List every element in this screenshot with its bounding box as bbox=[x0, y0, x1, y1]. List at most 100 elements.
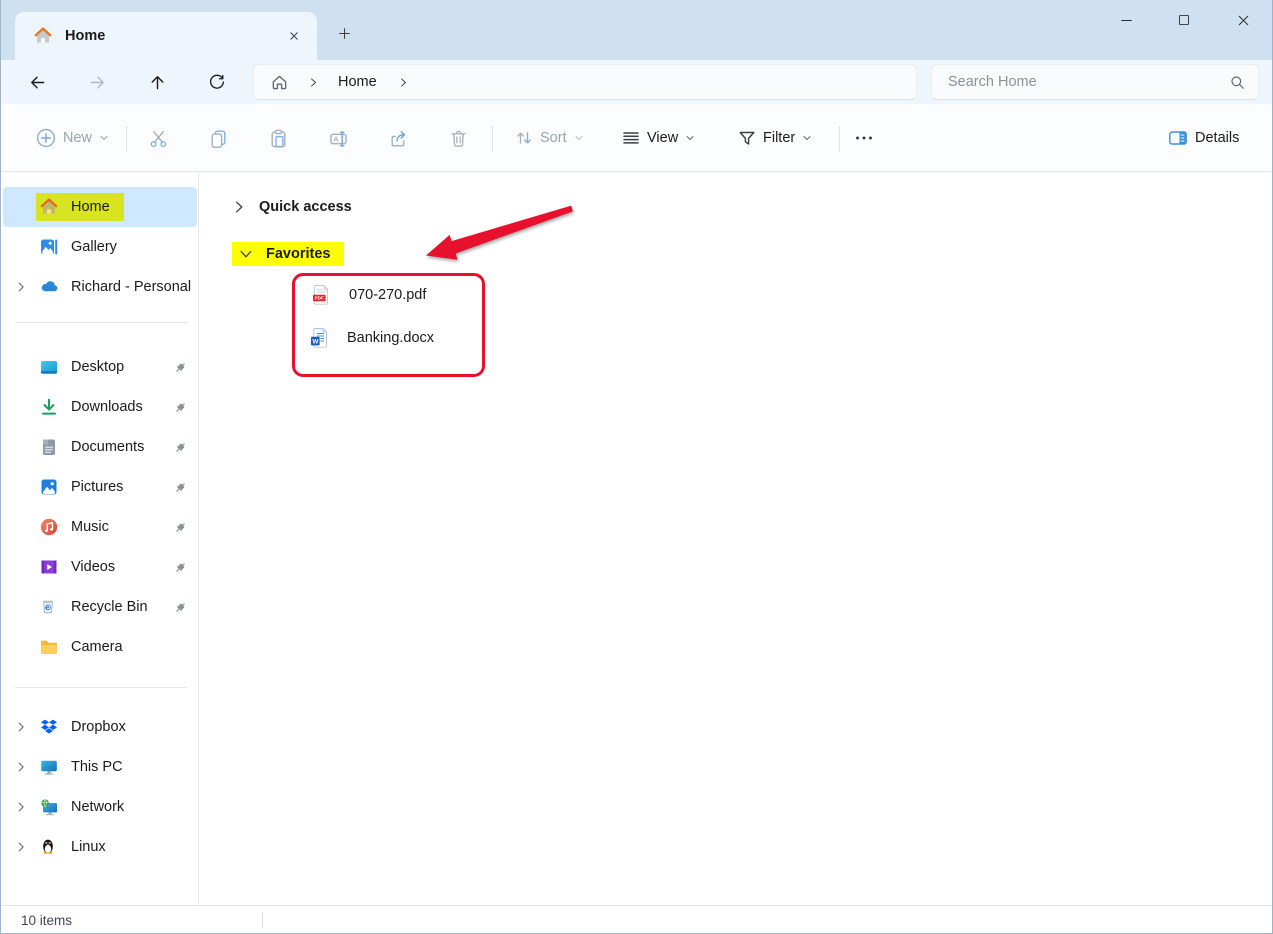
sidebar-item-this-pc[interactable]: This PC bbox=[3, 747, 197, 787]
search-input[interactable] bbox=[948, 74, 1229, 90]
breadcrumb-chevron-icon[interactable] bbox=[397, 76, 410, 89]
refresh-button[interactable] bbox=[201, 66, 233, 98]
sidebar-item-label: Desktop bbox=[71, 359, 125, 375]
paste-icon bbox=[268, 128, 289, 149]
group-quick-access[interactable]: Quick access bbox=[231, 193, 352, 221]
sidebar-item-label: This PC bbox=[71, 759, 123, 775]
breadcrumb[interactable]: Home bbox=[253, 64, 917, 100]
music-icon bbox=[39, 517, 59, 537]
yellow-highlight: Home bbox=[36, 193, 124, 221]
sidebar-item-documents[interactable]: Documents bbox=[3, 427, 197, 467]
sidebar-item-downloads[interactable]: Downloads bbox=[3, 387, 197, 427]
pin-icon[interactable] bbox=[163, 360, 197, 375]
network-icon bbox=[39, 797, 59, 817]
filter-button[interactable]: Filter bbox=[729, 118, 821, 158]
sidebar-item-pictures[interactable]: Pictures bbox=[3, 467, 197, 507]
plus-circle-icon bbox=[35, 127, 57, 149]
chevron-right-icon[interactable] bbox=[3, 840, 39, 854]
new-tab-button[interactable] bbox=[329, 18, 359, 48]
svg-text:W: W bbox=[312, 339, 319, 346]
breadcrumb-home-icon[interactable] bbox=[270, 73, 289, 92]
downloads-icon bbox=[39, 397, 59, 417]
svg-text:A: A bbox=[333, 134, 338, 143]
cut-icon bbox=[148, 128, 169, 149]
sidebar-item-onedrive[interactable]: Richard - Personal bbox=[3, 267, 197, 307]
sidebar-item-label: Downloads bbox=[71, 399, 143, 415]
details-button-label: Details bbox=[1195, 130, 1240, 146]
chevron-down-icon[interactable] bbox=[238, 246, 254, 262]
chevron-right-icon[interactable] bbox=[3, 760, 39, 774]
rename-button[interactable]: A bbox=[318, 118, 358, 158]
pin-icon[interactable] bbox=[163, 400, 197, 415]
sidebar-item-network[interactable]: Network bbox=[3, 787, 197, 827]
file-item-pdf[interactable]: PDF 070-270.pdf bbox=[311, 283, 426, 307]
sidebar-item-music[interactable]: Music bbox=[3, 507, 197, 547]
onedrive-icon bbox=[39, 277, 59, 297]
forward-button[interactable] bbox=[81, 66, 113, 98]
minimize-button[interactable] bbox=[1100, 0, 1152, 40]
pin-icon[interactable] bbox=[163, 440, 197, 455]
sort-button[interactable]: Sort bbox=[506, 118, 593, 158]
chevron-down-icon bbox=[575, 136, 583, 140]
view-button-label: View bbox=[647, 130, 679, 146]
pictures-icon bbox=[39, 477, 59, 497]
pin-icon[interactable] bbox=[163, 560, 197, 575]
breadcrumb-item-home[interactable]: Home bbox=[338, 74, 377, 90]
close-button[interactable] bbox=[1217, 0, 1269, 40]
file-item-docx[interactable]: W Banking.docx bbox=[309, 326, 434, 350]
filter-icon bbox=[737, 128, 757, 148]
breadcrumb-chevron-icon[interactable] bbox=[307, 76, 320, 89]
pdf-file-icon: PDF bbox=[311, 284, 331, 306]
up-button[interactable] bbox=[141, 66, 173, 98]
word-file-icon: W bbox=[309, 327, 329, 349]
sidebar-item-gallery[interactable]: Gallery bbox=[3, 227, 197, 267]
videos-icon bbox=[39, 557, 59, 577]
sidebar-item-home[interactable]: Home bbox=[3, 187, 197, 227]
sidebar-item-label: Linux bbox=[71, 839, 106, 855]
sidebar-item-desktop[interactable]: Desktop bbox=[3, 347, 197, 387]
more-options-button[interactable] bbox=[844, 118, 884, 158]
sidebar-item-linux[interactable]: Linux bbox=[3, 827, 197, 867]
chevron-right-icon[interactable] bbox=[3, 280, 39, 294]
tab-close-icon[interactable] bbox=[281, 23, 307, 49]
back-button[interactable] bbox=[21, 66, 53, 98]
paste-button[interactable] bbox=[258, 118, 298, 158]
sidebar-item-label: Music bbox=[71, 519, 109, 535]
share-button[interactable] bbox=[378, 118, 418, 158]
search-icon[interactable] bbox=[1229, 74, 1246, 91]
chevron-right-icon[interactable] bbox=[3, 720, 39, 734]
search-box[interactable] bbox=[931, 64, 1259, 100]
navigation-bar: Home bbox=[1, 60, 1272, 104]
copy-button[interactable] bbox=[198, 118, 238, 158]
tab-home[interactable]: Home bbox=[15, 12, 317, 60]
delete-button[interactable] bbox=[438, 118, 478, 158]
filter-button-label: Filter bbox=[763, 130, 796, 146]
this-pc-icon bbox=[39, 757, 59, 777]
new-button[interactable]: New bbox=[25, 118, 120, 158]
new-button-label: New bbox=[63, 130, 93, 146]
pin-icon[interactable] bbox=[163, 480, 197, 495]
sidebar-item-label: Videos bbox=[71, 559, 116, 575]
pin-icon[interactable] bbox=[163, 520, 197, 535]
sidebar-item-recycle-bin[interactable]: Recycle Bin bbox=[3, 587, 197, 627]
view-button[interactable]: View bbox=[613, 118, 704, 158]
chevron-right-icon[interactable] bbox=[3, 800, 39, 814]
pin-icon[interactable] bbox=[163, 600, 197, 615]
sidebar-item-dropbox[interactable]: Dropbox bbox=[3, 707, 197, 747]
details-button[interactable]: Details bbox=[1159, 118, 1253, 158]
chevron-down-icon bbox=[803, 136, 811, 140]
group-favorites[interactable]: Favorites bbox=[232, 240, 345, 268]
chevron-down-icon bbox=[100, 136, 108, 140]
chevron-down-icon bbox=[686, 136, 694, 140]
file-name: 070-270.pdf bbox=[349, 287, 427, 303]
sort-icon bbox=[514, 128, 534, 148]
cut-button[interactable] bbox=[138, 118, 178, 158]
sidebar-item-videos[interactable]: Videos bbox=[3, 547, 197, 587]
chevron-right-icon[interactable] bbox=[231, 199, 247, 215]
ellipsis-icon bbox=[853, 127, 875, 149]
sidebar-item-label: Network bbox=[71, 799, 125, 815]
sidebar-item-label: Home bbox=[71, 199, 110, 215]
sidebar-item-camera[interactable]: Camera bbox=[3, 627, 197, 667]
maximize-button[interactable] bbox=[1158, 0, 1210, 40]
share-icon bbox=[388, 128, 409, 149]
